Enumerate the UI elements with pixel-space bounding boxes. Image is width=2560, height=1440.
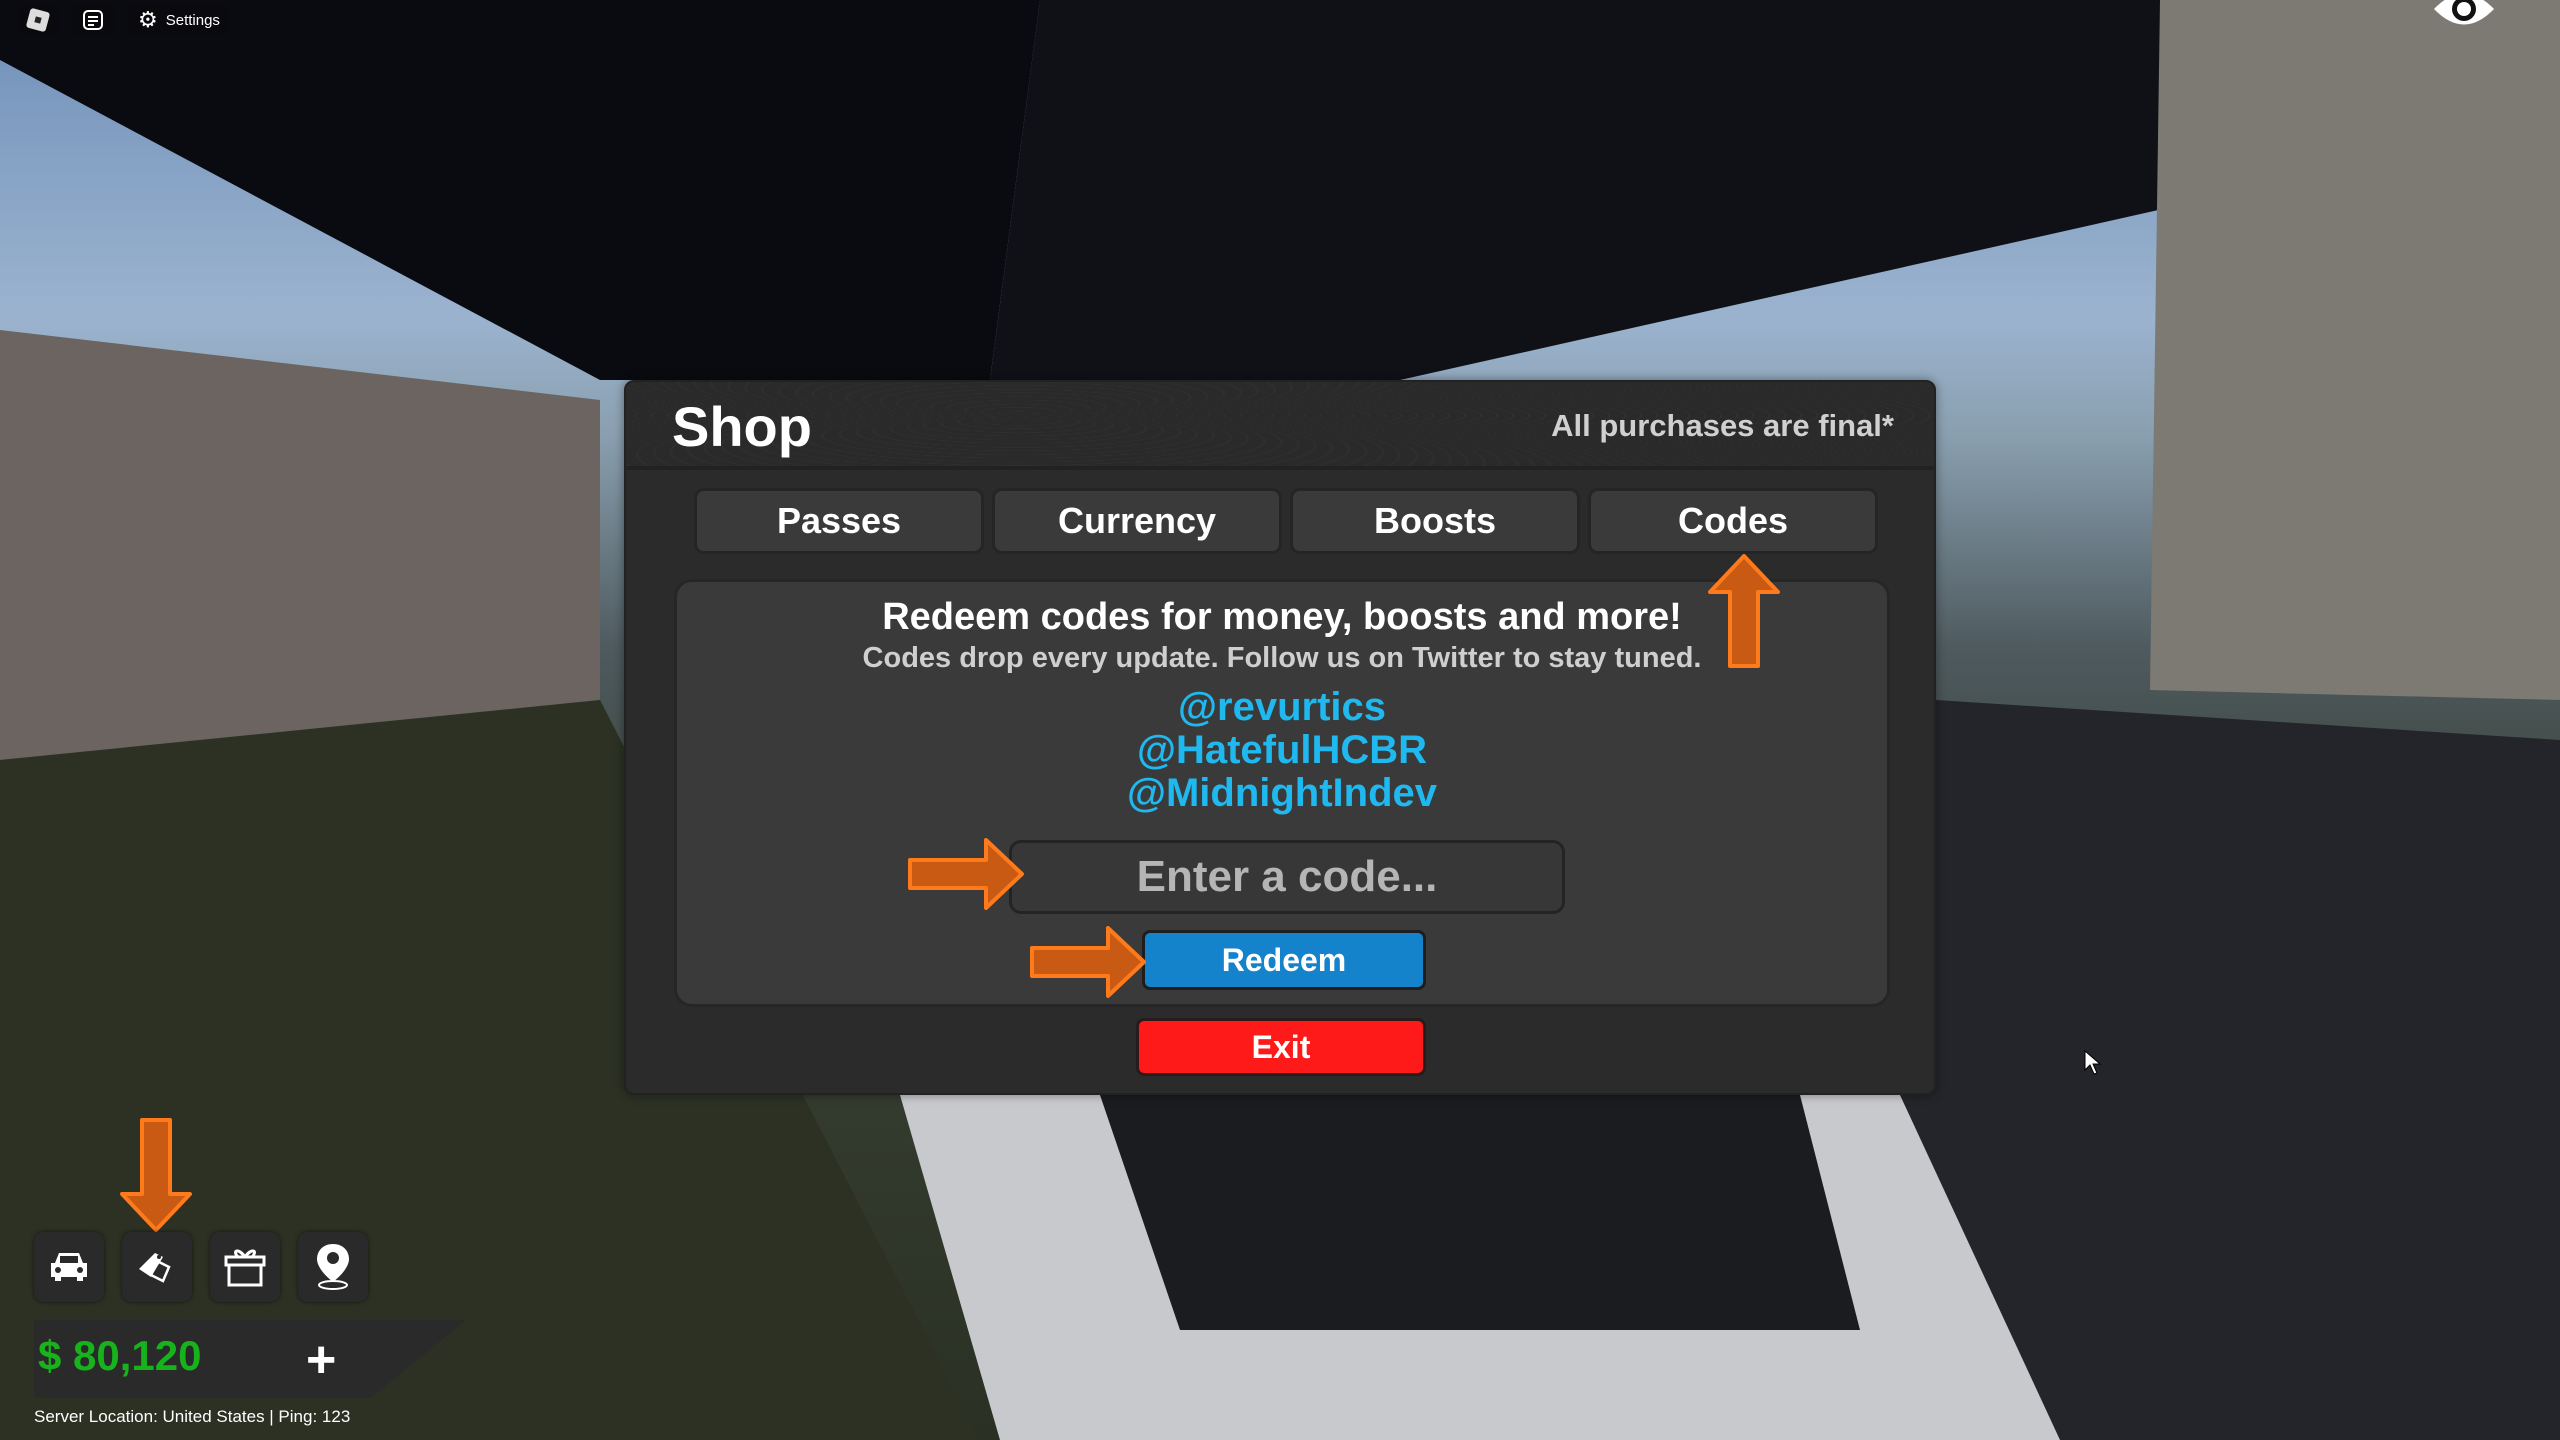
roblox-topbar: ⚙ Settings [0,0,230,40]
tab-currency[interactable]: Currency [992,488,1282,554]
money-value: $ 80,120 [38,1332,202,1379]
arrow-down-icon [120,1118,192,1232]
shop-title: Shop [672,395,812,458]
shop-panel: Shop All purchases are final* Passes Cur… [624,380,1936,1095]
add-money-button[interactable]: + [306,1330,336,1390]
gift-icon [224,1249,266,1287]
redeem-button[interactable]: Redeem [1142,930,1426,990]
gear-icon: ⚙ [138,7,158,32]
settings-label: Settings [165,11,220,29]
twitter-handles: @revurtics @HatefulHCBR @MidnightIndev [677,686,1887,815]
tab-codes[interactable]: Codes [1588,488,1878,554]
tab-boosts[interactable]: Boosts [1290,488,1580,554]
eye-icon[interactable] [2432,0,2496,32]
money-display: $ 80,120 + [34,1320,466,1398]
map-button[interactable] [298,1232,368,1302]
purchases-final-note: All purchases are final* [1551,408,1894,443]
car-icon [51,1253,87,1281]
exit-button[interactable]: Exit [1136,1018,1426,1076]
shop-button[interactable] [122,1232,192,1302]
mouse-cursor-icon [2084,1050,2102,1075]
arrow-right-icon [1030,926,1146,998]
map-pin-icon [317,1244,349,1290]
shop-tabs: Passes Currency Boosts Codes [694,488,1878,554]
shop-header: Shop All purchases are final* [626,382,1934,470]
arrow-up-icon [1708,554,1780,668]
arrow-right-icon [908,838,1024,910]
vehicles-button[interactable] [34,1232,104,1302]
tab-passes[interactable]: Passes [694,488,984,554]
price-tag-icon [139,1253,171,1283]
code-input[interactable] [1009,840,1565,914]
hud-hotbar [34,1232,368,1302]
settings-button[interactable]: ⚙ Settings [128,3,230,37]
roblox-menu-button[interactable] [18,3,58,37]
chat-icon [83,10,103,30]
rewards-button[interactable] [210,1232,280,1302]
twitter-handle: @revurtics [1178,685,1386,729]
chat-button[interactable] [72,3,114,37]
server-info: Server Location: United States | Ping: 1… [34,1407,351,1426]
roblox-logo-icon [25,7,51,33]
twitter-handle: @HatefulHCBR [1136,728,1428,772]
twitter-handle: @MidnightIndev [1126,771,1438,815]
